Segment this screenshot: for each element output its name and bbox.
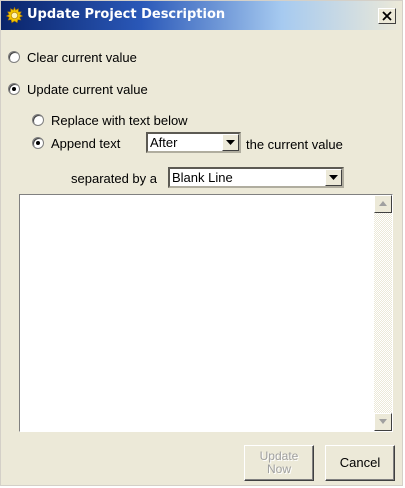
cancel-label: Cancel xyxy=(339,455,381,470)
position-select[interactable]: After xyxy=(146,132,241,153)
description-text-area[interactable] xyxy=(19,194,393,432)
sun-gear-icon xyxy=(5,6,24,24)
separator-label: separated by a xyxy=(71,171,158,186)
scroll-up-button[interactable] xyxy=(374,195,392,213)
vertical-scrollbar[interactable] xyxy=(374,195,392,431)
cancel-button[interactable]: Cancel xyxy=(325,445,395,481)
clear-value-radio[interactable] xyxy=(8,51,20,63)
replace-text-radio[interactable] xyxy=(32,114,44,126)
update-now-button[interactable]: Update Now xyxy=(244,445,314,481)
window-title: Update Project Description xyxy=(27,7,226,22)
update-value-option[interactable]: Update current value xyxy=(8,80,148,98)
chevron-down-icon xyxy=(329,175,338,180)
append-text-radio[interactable] xyxy=(32,137,44,149)
clear-value-option[interactable]: Clear current value xyxy=(8,48,137,66)
chevron-down-icon xyxy=(226,140,235,145)
title-bar[interactable]: Update Project Description xyxy=(1,1,402,30)
replace-text-option[interactable]: Replace with text below xyxy=(32,111,188,129)
update-value-radio[interactable] xyxy=(8,83,20,95)
close-icon xyxy=(382,11,392,21)
append-text-label: Append text xyxy=(51,135,121,151)
clear-value-label: Clear current value xyxy=(27,49,137,65)
update-now-label-line2: Now xyxy=(266,462,291,476)
arrow-up-icon xyxy=(379,201,387,206)
close-button[interactable] xyxy=(378,8,396,24)
separator-select-value: Blank Line xyxy=(172,170,233,185)
arrow-down-icon xyxy=(379,419,387,424)
separator-select[interactable]: Blank Line xyxy=(168,167,344,188)
description-text[interactable] xyxy=(20,195,374,431)
update-value-label: Update current value xyxy=(27,81,148,97)
append-text-option[interactable]: Append text xyxy=(32,134,120,152)
replace-text-label: Replace with text below xyxy=(51,112,188,128)
update-description-dialog: Update Project Description Clear current… xyxy=(0,0,403,486)
position-select-value: After xyxy=(150,135,178,150)
position-suffix-text: the current value xyxy=(246,137,343,152)
separator-dropdown-button[interactable] xyxy=(325,169,342,186)
position-dropdown-button[interactable] xyxy=(222,134,239,151)
scroll-down-button[interactable] xyxy=(374,413,392,431)
